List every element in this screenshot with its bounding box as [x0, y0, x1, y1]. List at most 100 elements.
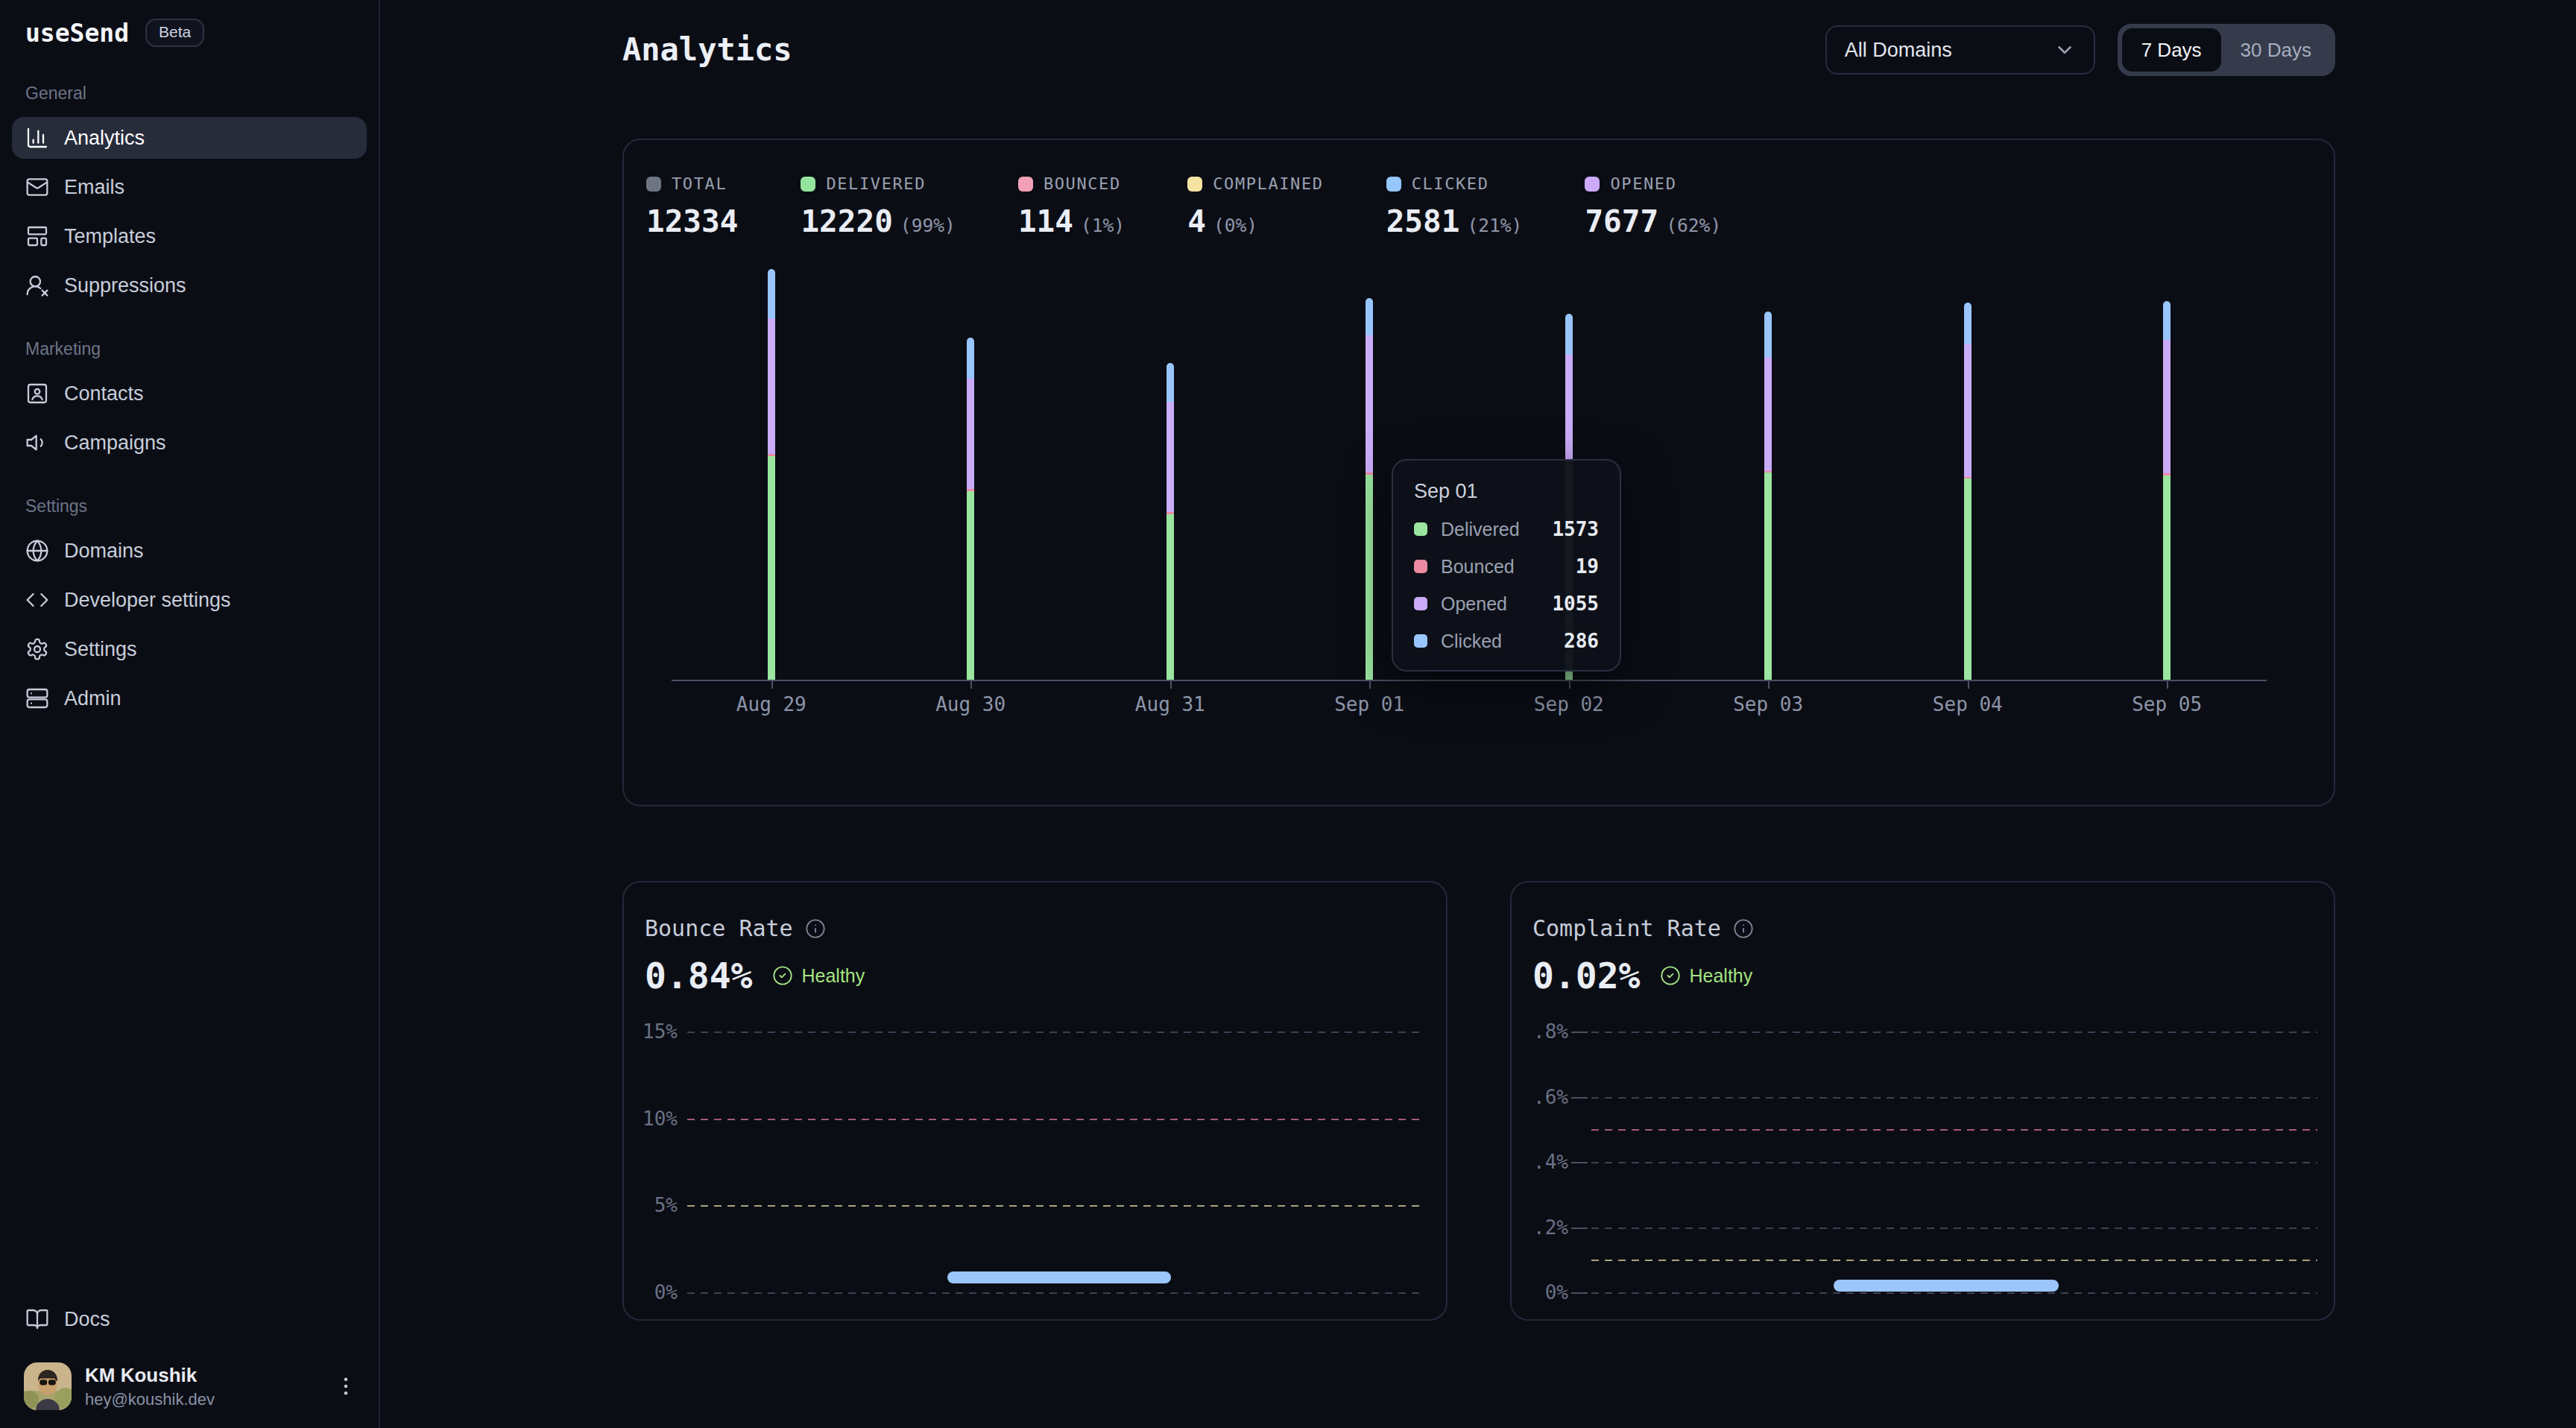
stat-value: 12334 [646, 203, 738, 239]
y-axis-label: 15% [624, 1018, 678, 1045]
sidebar-item-admin[interactable]: Admin [12, 677, 367, 719]
sidebar-item-templates[interactable]: Templates [12, 215, 367, 257]
tooltip-dot [1414, 522, 1427, 536]
y-axis-tick [1571, 1228, 1588, 1229]
main-area: Analytics All Domains 7 Days 30 Days TOT… [382, 0, 2576, 1428]
bar-segment-delivered [967, 491, 974, 680]
bar-segment-clicked [1565, 314, 1573, 355]
domain-filter-select[interactable]: All Domains [1825, 25, 2095, 75]
y-axis-label: .4% [1512, 1149, 1568, 1175]
user-email: hey@koushik.dev [85, 1390, 215, 1409]
stat-percent: (1%) [1081, 215, 1125, 236]
bar-segment-clicked [768, 269, 775, 318]
health-label: Healthy [802, 965, 865, 987]
stat-label: OPENED [1610, 174, 1676, 193]
bar-segment-opened [1764, 357, 1772, 471]
x-axis-tick [1170, 681, 1172, 689]
stats-row: TOTAL12334DELIVERED12220(99%)BOUNCED114(… [624, 140, 2334, 239]
range-30-days[interactable]: 30 Days [2221, 28, 2331, 72]
stat-dot [646, 177, 661, 192]
sidebar-item-label: Emails [64, 176, 124, 199]
page-title: Analytics [622, 31, 792, 76]
kebab-menu-icon[interactable] [334, 1374, 358, 1398]
sidebar-item-label: Domains [64, 540, 144, 563]
sidebar-section-label: Marketing [12, 339, 367, 359]
gridline [1591, 1031, 2317, 1033]
y-axis-tick [1571, 1031, 1588, 1033]
gridline [1591, 1162, 2317, 1163]
range-7-days[interactable]: 7 Days [2122, 28, 2221, 72]
x-axis-line [672, 680, 2267, 681]
tooltip-row: Clicked286 [1414, 630, 1599, 652]
sidebar-item-suppressions[interactable]: Suppressions [12, 265, 367, 306]
sidebar-section-label: General [12, 83, 367, 104]
sidebar-item-settings[interactable]: Settings [12, 628, 367, 670]
bar-segment-opened [2163, 340, 2171, 473]
bar-sep-01[interactable] [1366, 298, 1373, 680]
x-axis-tick [1768, 681, 1770, 689]
sidebar-item-docs[interactable]: Docs [12, 1298, 367, 1340]
sidebar-item-domains[interactable]: Domains [12, 530, 367, 572]
bar-segment-delivered [768, 456, 775, 680]
bar-segment-delivered [1764, 473, 1772, 680]
bar-segment-delivered [1964, 478, 1972, 680]
sidebar-item-label: Campaigns [64, 432, 166, 455]
sidebar-item-developer-settings[interactable]: Developer settings [12, 579, 367, 621]
gridline [1591, 1097, 2317, 1099]
stat-label: CLICKED [1412, 174, 1489, 193]
threshold-line [1591, 1260, 2317, 1261]
globe-icon [25, 539, 49, 563]
avatar [24, 1362, 72, 1410]
stat-label: TOTAL [672, 174, 727, 193]
stat-delivered: DELIVERED12220(99%) [801, 174, 955, 239]
sidebar-item-emails[interactable]: Emails [12, 166, 367, 208]
complaint-rate-card: Complaint Rate0.02%Healthy.8%.6%.4%.2%0% [1510, 881, 2335, 1321]
sidebar-item-label: Docs [64, 1308, 110, 1331]
sidebar-item-label: Admin [64, 687, 121, 710]
stat-value: 114 [1018, 203, 1073, 239]
stat-value: 12220 [801, 203, 892, 239]
user-name: KM Koushik [85, 1364, 215, 1387]
sidebar-item-campaigns[interactable]: Campaigns [12, 422, 367, 464]
info-icon[interactable] [805, 918, 826, 939]
range-toggle: 7 Days 30 Days [2118, 24, 2335, 76]
y-axis-label: 0% [1512, 1279, 1568, 1306]
bar-segment-clicked [967, 338, 974, 378]
bar-aug-31[interactable] [1167, 363, 1174, 680]
threshold-line [1591, 1129, 2317, 1131]
tooltip-label: Delivered [1441, 519, 1520, 540]
sidebar-item-analytics[interactable]: Analytics [12, 117, 367, 159]
sidebar-section-label: Settings [12, 496, 367, 516]
bar-aug-30[interactable] [967, 338, 974, 680]
bounce-rate-card: Bounce Rate0.84%Healthy15%10%5%0% [622, 881, 1448, 1321]
bar-sep-04[interactable] [1964, 303, 1972, 680]
stat-opened: OPENED7677(62%) [1585, 174, 1721, 239]
user-row[interactable]: KM Koushik hey@koushik.dev [12, 1362, 367, 1410]
sidebar-item-label: Contacts [64, 382, 144, 405]
bar-aug-29[interactable] [768, 269, 775, 680]
tooltip-row: Bounced19 [1414, 555, 1599, 578]
stat-label: DELIVERED [826, 174, 926, 193]
x-axis-label: Aug 30 [903, 693, 1038, 715]
server-icon [25, 686, 49, 710]
user-x-icon [25, 274, 49, 297]
stat-value: 7677 [1585, 203, 1658, 239]
tooltip-dot [1414, 634, 1427, 648]
email-activity-card: TOTAL12334DELIVERED12220(99%)BOUNCED114(… [622, 139, 2335, 806]
stat-label: BOUNCED [1044, 174, 1121, 193]
bar-segment-opened [1366, 335, 1373, 473]
stat-value: 2581 [1386, 203, 1460, 239]
stat-value: 4 [1187, 203, 1206, 239]
tooltip-value: 286 [1564, 630, 1599, 652]
y-axis-tick [1571, 1292, 1588, 1294]
y-axis-tick [1571, 1162, 1588, 1163]
bar-sep-05[interactable] [2163, 301, 2171, 680]
sidebar-item-contacts[interactable]: Contacts [12, 373, 367, 414]
info-icon[interactable] [1733, 918, 1754, 939]
bar-sep-03[interactable] [1764, 312, 1772, 680]
app-logo: useSend [25, 19, 129, 48]
bar-segment-opened [967, 379, 974, 489]
rate-line-segment [1834, 1280, 2059, 1292]
x-axis-tick [970, 681, 972, 689]
sidebar-item-label: Analytics [64, 127, 145, 150]
